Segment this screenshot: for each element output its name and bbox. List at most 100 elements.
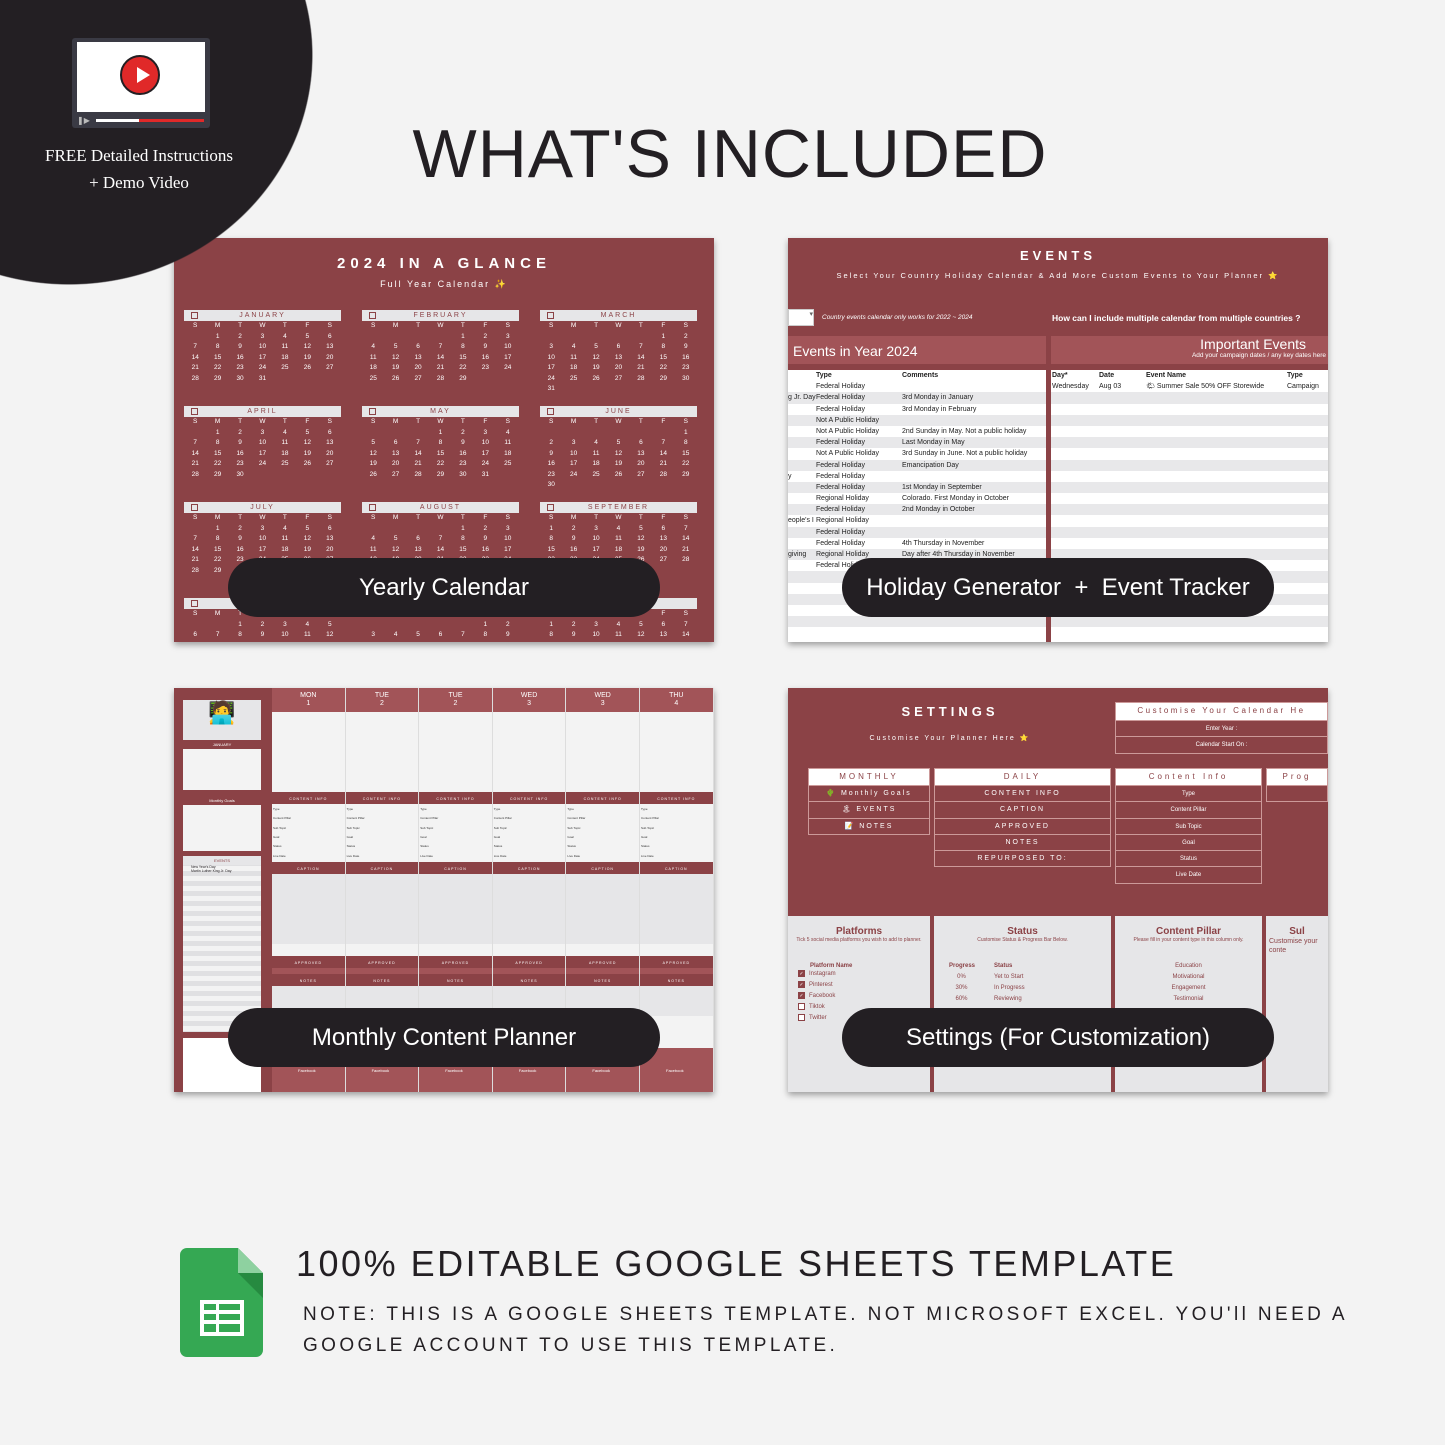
day-cell[interactable]: 6 bbox=[384, 438, 406, 449]
day-cell[interactable]: 2 bbox=[562, 620, 584, 631]
table-cell[interactable]: 3rd Sunday in June. Not a public holiday bbox=[902, 448, 1027, 459]
day-cell[interactable]: 8 bbox=[540, 630, 562, 641]
day-cell[interactable]: 15 bbox=[675, 449, 697, 460]
day-cell[interactable]: 8 bbox=[452, 534, 474, 545]
day-cell[interactable]: 14 bbox=[452, 641, 474, 643]
section-body[interactable] bbox=[272, 874, 345, 944]
day-cell[interactable]: 13 bbox=[384, 449, 406, 460]
day-cell[interactable]: 23 bbox=[675, 363, 697, 374]
day-cell[interactable]: 11 bbox=[607, 630, 629, 641]
day-cell[interactable]: 16 bbox=[452, 449, 474, 460]
settings-option[interactable]: 🌵 Monthly Goals bbox=[809, 785, 929, 801]
day-cell[interactable]: 6 bbox=[652, 620, 674, 631]
day-cell[interactable]: 10 bbox=[474, 438, 496, 449]
day-cell[interactable]: 18 bbox=[296, 641, 318, 643]
day-cell[interactable]: 1 bbox=[206, 428, 228, 439]
day-cell[interactable]: 17 bbox=[585, 641, 607, 643]
settings-option[interactable]: Type bbox=[1116, 785, 1261, 801]
day-cell[interactable]: 4 bbox=[296, 620, 318, 631]
day-cell[interactable]: 15 bbox=[452, 545, 474, 556]
settings-option[interactable]: CAPTION bbox=[935, 801, 1110, 817]
day-cell[interactable]: 20 bbox=[319, 545, 341, 556]
day-cell[interactable]: 9 bbox=[474, 534, 496, 545]
day-cell[interactable]: 19 bbox=[296, 449, 318, 460]
day-cell[interactable]: 4 bbox=[562, 342, 584, 353]
day-cell[interactable]: 20 bbox=[384, 459, 406, 470]
day-cell[interactable]: 10 bbox=[497, 342, 519, 353]
month-checkbox[interactable] bbox=[369, 408, 376, 415]
section-body[interactable] bbox=[640, 986, 713, 1016]
day-cell[interactable]: 27 bbox=[607, 374, 629, 385]
day-cell[interactable]: 12 bbox=[362, 449, 384, 460]
day-cell[interactable]: 7 bbox=[429, 534, 451, 545]
day-cell[interactable]: 10 bbox=[497, 534, 519, 545]
month-checkbox[interactable] bbox=[191, 312, 198, 319]
day-cell[interactable]: 23 bbox=[229, 459, 251, 470]
day-cell[interactable]: 8 bbox=[540, 534, 562, 545]
day-cell[interactable]: 5 bbox=[296, 332, 318, 343]
day-cell[interactable]: 3 bbox=[251, 524, 273, 535]
day-cell[interactable]: 6 bbox=[319, 524, 341, 535]
settings-option[interactable]: Sub Topic bbox=[1116, 817, 1261, 834]
day-cell[interactable]: 3 bbox=[251, 428, 273, 439]
day-cell[interactable]: 4 bbox=[607, 524, 629, 535]
day-cell[interactable]: 12 bbox=[319, 630, 341, 641]
day-cell[interactable]: 12 bbox=[630, 534, 652, 545]
day-cell[interactable]: 1 bbox=[675, 428, 697, 439]
day-cell[interactable]: 30 bbox=[540, 480, 562, 491]
settings-option[interactable]: APPROVED bbox=[935, 817, 1110, 834]
day-cell[interactable]: 20 bbox=[319, 353, 341, 364]
day-cell[interactable]: 22 bbox=[652, 363, 674, 374]
day-cell[interactable]: 17 bbox=[497, 545, 519, 556]
day-cell[interactable]: 14 bbox=[407, 449, 429, 460]
day-cell[interactable]: 19 bbox=[585, 363, 607, 374]
day-cell[interactable]: 12 bbox=[296, 534, 318, 545]
day-cell[interactable]: 10 bbox=[585, 534, 607, 545]
table-cell[interactable]: 🌤 Summer Sale 50% OFF Storewide bbox=[1146, 381, 1264, 392]
table-cell[interactable]: Federal Holiday bbox=[816, 460, 865, 471]
month-checkbox[interactable] bbox=[191, 504, 198, 511]
day-cell[interactable]: 9 bbox=[251, 630, 273, 641]
day-cell[interactable]: 20 bbox=[630, 459, 652, 470]
day-cell[interactable]: 20 bbox=[652, 641, 674, 643]
day-cell[interactable]: 26 bbox=[585, 374, 607, 385]
day-cell[interactable]: 7 bbox=[429, 342, 451, 353]
day-cell[interactable]: 28 bbox=[429, 374, 451, 385]
day-cell[interactable]: 17 bbox=[497, 353, 519, 364]
day-cell[interactable]: 18 bbox=[274, 449, 296, 460]
day-cell[interactable]: 27 bbox=[319, 363, 341, 374]
day-cell[interactable]: 21 bbox=[429, 363, 451, 374]
day-cell[interactable]: 22 bbox=[206, 459, 228, 470]
day-cell[interactable]: 15 bbox=[206, 545, 228, 556]
day-cell[interactable]: 12 bbox=[407, 641, 429, 643]
day-cell[interactable]: 1 bbox=[652, 332, 674, 343]
day-cell[interactable]: 9 bbox=[675, 342, 697, 353]
day-cell[interactable]: 10 bbox=[362, 641, 384, 643]
day-cell[interactable]: 11 bbox=[362, 353, 384, 364]
day-cell[interactable]: 9 bbox=[229, 438, 251, 449]
calendar-start-field[interactable]: Calendar Start On : bbox=[1116, 736, 1327, 752]
settings-option[interactable]: Content Pillar bbox=[1116, 801, 1261, 817]
day-cell[interactable]: 19 bbox=[362, 459, 384, 470]
day-cell[interactable]: 18 bbox=[607, 545, 629, 556]
day-cell[interactable]: 1 bbox=[429, 428, 451, 439]
day-cell[interactable]: 11 bbox=[585, 449, 607, 460]
day-cell[interactable]: 20 bbox=[319, 449, 341, 460]
platform-checkbox[interactable] bbox=[798, 1002, 805, 1010]
table-cell[interactable]: Federal Holiday bbox=[816, 404, 865, 415]
day-cell[interactable]: 6 bbox=[429, 630, 451, 641]
table-cell[interactable]: Regional Holiday bbox=[816, 549, 869, 560]
day-cell[interactable]: 5 bbox=[296, 524, 318, 535]
day-cell[interactable]: 26 bbox=[296, 459, 318, 470]
day-cell[interactable]: 25 bbox=[562, 374, 584, 385]
table-cell[interactable]: Regional Holiday bbox=[816, 493, 869, 504]
day-cell[interactable]: 17 bbox=[251, 545, 273, 556]
day-cell[interactable]: 19 bbox=[296, 545, 318, 556]
day-cell[interactable]: 3 bbox=[585, 620, 607, 631]
table-cell[interactable]: Aug 03 bbox=[1099, 381, 1121, 392]
table-cell[interactable]: y bbox=[788, 471, 792, 482]
day-cell[interactable]: 18 bbox=[562, 363, 584, 374]
day-cell[interactable]: 2 bbox=[675, 332, 697, 343]
table-cell[interactable]: Federal Holiday bbox=[816, 437, 865, 448]
day-cell[interactable]: 30 bbox=[452, 470, 474, 481]
